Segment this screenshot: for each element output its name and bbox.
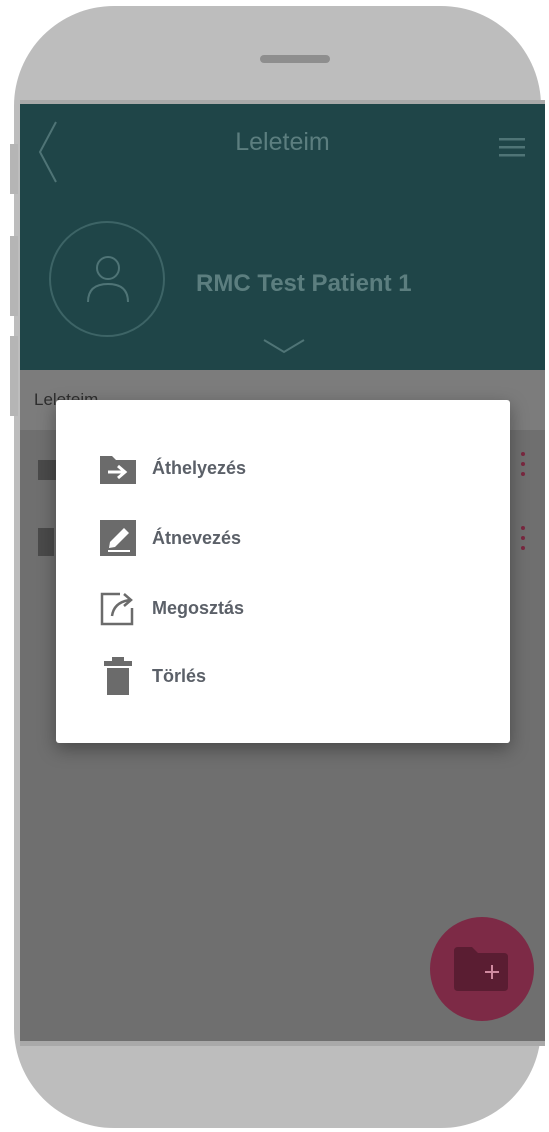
more-options-icon[interactable]	[521, 526, 527, 556]
folder-plus-icon	[454, 947, 508, 991]
page-title: Leleteim	[235, 128, 330, 156]
screen-border	[20, 1041, 545, 1046]
rename-menu-item[interactable]: Átnevezés	[98, 518, 478, 558]
app-header: Leleteim RMC Test Patient 1	[20, 104, 545, 370]
share-icon	[98, 588, 138, 628]
edit-icon	[98, 518, 138, 558]
phone-speaker	[260, 55, 330, 63]
add-folder-button[interactable]	[430, 917, 534, 1021]
phone-side-button	[10, 236, 18, 316]
menu-item-label: Áthelyezés	[152, 458, 247, 478]
share-menu-item[interactable]: Megosztás	[98, 588, 478, 628]
phone-side-button	[10, 336, 18, 416]
menu-item-label: Átnevezés	[152, 528, 242, 548]
folder-move-icon	[98, 448, 138, 488]
context-menu-popup: Áthelyezés Átnevezés Megosztás Törlés	[56, 400, 510, 743]
folder-icon	[38, 460, 56, 480]
hamburger-menu-icon[interactable]	[499, 136, 525, 158]
menu-item-label: Megosztás	[152, 598, 245, 618]
more-options-icon[interactable]	[521, 452, 527, 482]
patient-name: RMC Test Patient 1	[196, 270, 412, 297]
avatar[interactable]	[49, 221, 165, 337]
trash-icon	[98, 656, 138, 696]
delete-menu-item[interactable]: Törlés	[98, 656, 478, 696]
phone-side-button	[10, 144, 18, 194]
chevron-down-icon[interactable]	[262, 338, 306, 359]
document-icon	[38, 528, 54, 556]
menu-item-label: Törlés	[152, 666, 207, 686]
user-icon	[87, 256, 129, 303]
move-menu-item[interactable]: Áthelyezés	[98, 448, 478, 488]
